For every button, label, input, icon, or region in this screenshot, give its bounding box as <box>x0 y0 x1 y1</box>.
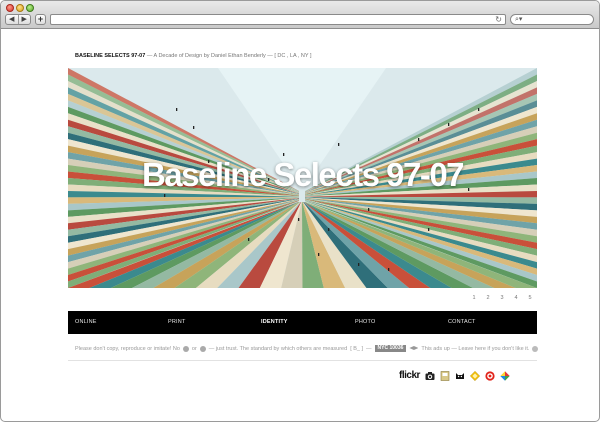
page-link-4[interactable]: 4 <box>509 295 523 301</box>
nav-photo[interactable]: PHOTO <box>355 311 375 334</box>
site-header: BASELINE SELECTS 97-07 — A Decade of Des… <box>75 53 312 59</box>
graduation-cap-icon <box>409 346 419 350</box>
browser-titlebar: ◀ ▶ + ↻ ⌕▾ <box>1 1 599 29</box>
page-link-5[interactable]: 5 <box>523 295 537 301</box>
footer-divider <box>68 360 537 361</box>
hero-title: Baseline Selects 97-07 <box>141 156 465 193</box>
back-arrow-icon[interactable]: ◀ <box>6 15 18 24</box>
page-link-2[interactable]: 2 <box>481 295 495 301</box>
close-window-icon[interactable] <box>6 4 14 12</box>
registered-icon <box>199 345 206 352</box>
site-tagline: — A Decade of Design by Daniel Ethan Ben… <box>146 53 273 59</box>
maximize-window-icon[interactable] <box>26 4 34 12</box>
footer-text-4[interactable]: This ads up — Leave here if you don't li… <box>421 346 529 352</box>
hero-image: Baseline Selects 97-07 <box>68 68 537 288</box>
page-link-1[interactable]: 1 <box>467 295 481 301</box>
nav-contact[interactable]: CONTACT <box>448 311 476 334</box>
footer-text-1: Please don't copy, reproduce or imitate!… <box>75 345 180 352</box>
pagination: 1 2 3 4 5 <box>467 295 537 301</box>
minimize-window-icon[interactable] <box>16 4 24 12</box>
footer-dash: — <box>366 345 372 352</box>
site-name[interactable]: BASELINE SELECTS 97-07 <box>75 53 145 59</box>
flickr-link[interactable]: flickr <box>399 370 420 381</box>
site-locations: [ DC , LA , NY ] <box>274 53 312 59</box>
add-bookmark-icon[interactable]: + <box>35 14 46 25</box>
footer-bracket: [ B_ ] <box>350 345 364 352</box>
nav-online[interactable]: ONLINE <box>75 311 97 334</box>
browser-window: ◀ ▶ + ↻ ⌕▾ BASELINE SELECTS 97-07 — A De… <box>0 0 600 422</box>
social-links: flickr <box>399 370 510 381</box>
nyc-badge: NYC 10036 <box>374 345 407 352</box>
check-icon <box>532 345 539 352</box>
cat-icon[interactable] <box>455 371 465 381</box>
nav-identity[interactable]: IDENTITY <box>261 311 288 334</box>
nav-print[interactable]: PRINT <box>168 311 186 334</box>
notebook-icon[interactable] <box>440 370 450 381</box>
search-field[interactable]: ⌕▾ <box>510 14 594 25</box>
address-bar[interactable]: ↻ <box>50 14 506 25</box>
search-icon: ⌕▾ <box>515 16 523 23</box>
camera-icon[interactable] <box>425 371 435 381</box>
footer-text-3: — just trust. The standard by which othe… <box>208 345 348 352</box>
history-nav: ◀ ▶ <box>5 14 31 25</box>
forward-arrow-icon[interactable]: ▶ <box>17 15 31 24</box>
color-square-icon[interactable] <box>500 370 510 381</box>
reload-icon[interactable]: ↻ <box>495 15 502 25</box>
diamond-icon[interactable] <box>469 370 480 381</box>
target-icon[interactable] <box>485 370 495 381</box>
copyright-icon <box>182 345 189 352</box>
page-link-3[interactable]: 3 <box>495 295 509 301</box>
main-nav: ONLINE PRINT IDENTITY PHOTO CONTACT <box>68 311 537 334</box>
footer-note: Please don't copy, reproduce or imitate!… <box>75 345 539 352</box>
footer-text-2: or <box>191 345 197 352</box>
